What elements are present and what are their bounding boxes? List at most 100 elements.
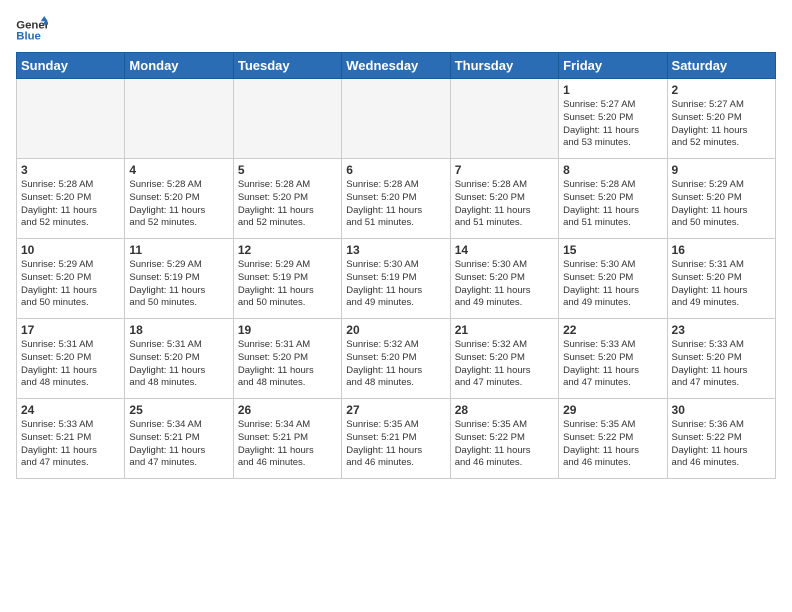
calendar-cell: 15 Sunrise: 5:30 AM Sunset: 5:20 PM Dayli… xyxy=(559,239,667,319)
day-info: Sunrise: 5:28 AM Sunset: 5:20 PM Dayligh… xyxy=(346,179,445,230)
day-number: 24 xyxy=(21,403,120,417)
calendar-cell: 1 Sunrise: 5:27 AM Sunset: 5:20 PM Daylig… xyxy=(559,79,667,159)
calendar-cell: 23 Sunrise: 5:33 AM Sunset: 5:20 PM Dayli… xyxy=(667,319,775,399)
day-info: Sunrise: 5:28 AM Sunset: 5:20 PM Dayligh… xyxy=(455,179,554,230)
day-info: Sunrise: 5:30 AM Sunset: 5:20 PM Dayligh… xyxy=(455,259,554,310)
calendar-cell: 12 Sunrise: 5:29 AM Sunset: 5:19 PM Dayli… xyxy=(233,239,341,319)
calendar-cell: 26Sunrise: 5:34 AM Sunset: 5:21 PM Dayli… xyxy=(233,399,341,479)
calendar-cell: 28 Sunrise: 5:35 AM Sunset: 5:22 PM Dayli… xyxy=(450,399,558,479)
day-info: Sunrise: 5:29 AM Sunset: 5:20 PM Dayligh… xyxy=(21,259,120,310)
day-info: Sunrise: 5:27 AM Sunset: 5:20 PM Dayligh… xyxy=(563,99,662,150)
day-number: 4 xyxy=(129,163,228,177)
day-info: Sunrise: 5:27 AM Sunset: 5:20 PM Dayligh… xyxy=(672,99,771,150)
day-header-friday: Friday xyxy=(559,53,667,79)
day-number: 23 xyxy=(672,323,771,337)
day-number: 19 xyxy=(238,323,337,337)
day-number: 28 xyxy=(455,403,554,417)
day-number: 11 xyxy=(129,243,228,257)
calendar-cell: 29 Sunrise: 5:35 AM Sunset: 5:22 PM Dayli… xyxy=(559,399,667,479)
calendar-cell xyxy=(342,79,450,159)
calendar-cell: 19 Sunrise: 5:31 AM Sunset: 5:20 PM Dayli… xyxy=(233,319,341,399)
day-info: Sunrise: 5:30 AM Sunset: 5:20 PM Dayligh… xyxy=(563,259,662,310)
calendar-week-2: 3 Sunrise: 5:28 AM Sunset: 5:20 PM Daylig… xyxy=(17,159,776,239)
day-number: 29 xyxy=(563,403,662,417)
day-number: 2 xyxy=(672,83,771,97)
day-number: 13 xyxy=(346,243,445,257)
day-header-tuesday: Tuesday xyxy=(233,53,341,79)
day-header-sunday: Sunday xyxy=(17,53,125,79)
day-number: 17 xyxy=(21,323,120,337)
day-number: 1 xyxy=(563,83,662,97)
day-number: 14 xyxy=(455,243,554,257)
day-number: 7 xyxy=(455,163,554,177)
day-info: Sunrise: 5:28 AM Sunset: 5:20 PM Dayligh… xyxy=(238,179,337,230)
day-number: 12 xyxy=(238,243,337,257)
day-info: Sunrise: 5:28 AM Sunset: 5:20 PM Dayligh… xyxy=(563,179,662,230)
day-number: 5 xyxy=(238,163,337,177)
day-number: 8 xyxy=(563,163,662,177)
calendar-cell: 11 Sunrise: 5:29 AM Sunset: 5:19 PM Dayli… xyxy=(125,239,233,319)
calendar-cell: 13 Sunrise: 5:30 AM Sunset: 5:19 PM Dayli… xyxy=(342,239,450,319)
day-info: Sunrise: 5:32 AM Sunset: 5:20 PM Dayligh… xyxy=(455,339,554,390)
calendar-cell xyxy=(125,79,233,159)
calendar-cell: 24Sunrise: 5:33 AM Sunset: 5:21 PM Dayli… xyxy=(17,399,125,479)
day-header-saturday: Saturday xyxy=(667,53,775,79)
calendar-cell: 25 Sunrise: 5:34 AM Sunset: 5:21 PM Dayli… xyxy=(125,399,233,479)
calendar-cell: 17 Sunrise: 5:31 AM Sunset: 5:20 PM Dayli… xyxy=(17,319,125,399)
day-info: Sunrise: 5:35 AM Sunset: 5:21 PM Dayligh… xyxy=(346,419,445,470)
logo: General Blue xyxy=(16,16,48,44)
calendar-cell: 14 Sunrise: 5:30 AM Sunset: 5:20 PM Dayli… xyxy=(450,239,558,319)
calendar-cell: 5 Sunrise: 5:28 AM Sunset: 5:20 PM Daylig… xyxy=(233,159,341,239)
day-info: Sunrise: 5:32 AM Sunset: 5:20 PM Dayligh… xyxy=(346,339,445,390)
calendar-cell: 6 Sunrise: 5:28 AM Sunset: 5:20 PM Daylig… xyxy=(342,159,450,239)
day-number: 30 xyxy=(672,403,771,417)
calendar-week-1: 1 Sunrise: 5:27 AM Sunset: 5:20 PM Daylig… xyxy=(17,79,776,159)
day-info: Sunrise: 5:35 AM Sunset: 5:22 PM Dayligh… xyxy=(563,419,662,470)
day-info: Sunrise: 5:29 AM Sunset: 5:19 PM Dayligh… xyxy=(129,259,228,310)
day-info: Sunrise: 5:34 AM Sunset: 5:21 PM Dayligh… xyxy=(238,419,337,470)
day-number: 15 xyxy=(563,243,662,257)
calendar-cell: 18 Sunrise: 5:31 AM Sunset: 5:20 PM Dayli… xyxy=(125,319,233,399)
calendar-week-3: 10Sunrise: 5:29 AM Sunset: 5:20 PM Dayli… xyxy=(17,239,776,319)
calendar-cell: 27Sunrise: 5:35 AM Sunset: 5:21 PM Dayli… xyxy=(342,399,450,479)
calendar-cell: 3 Sunrise: 5:28 AM Sunset: 5:20 PM Daylig… xyxy=(17,159,125,239)
day-number: 25 xyxy=(129,403,228,417)
calendar-week-4: 17 Sunrise: 5:31 AM Sunset: 5:20 PM Dayli… xyxy=(17,319,776,399)
calendar-cell xyxy=(17,79,125,159)
calendar-cell: 16Sunrise: 5:31 AM Sunset: 5:20 PM Dayli… xyxy=(667,239,775,319)
day-number: 9 xyxy=(672,163,771,177)
day-info: Sunrise: 5:36 AM Sunset: 5:22 PM Dayligh… xyxy=(672,419,771,470)
day-info: Sunrise: 5:28 AM Sunset: 5:20 PM Dayligh… xyxy=(21,179,120,230)
calendar-cell xyxy=(233,79,341,159)
calendar-cell: 9 Sunrise: 5:29 AM Sunset: 5:20 PM Daylig… xyxy=(667,159,775,239)
day-number: 3 xyxy=(21,163,120,177)
day-number: 20 xyxy=(346,323,445,337)
page-header: General Blue xyxy=(16,16,776,44)
day-header-monday: Monday xyxy=(125,53,233,79)
day-info: Sunrise: 5:30 AM Sunset: 5:19 PM Dayligh… xyxy=(346,259,445,310)
day-info: Sunrise: 5:31 AM Sunset: 5:20 PM Dayligh… xyxy=(21,339,120,390)
day-number: 18 xyxy=(129,323,228,337)
calendar-cell: 20 Sunrise: 5:32 AM Sunset: 5:20 PM Dayli… xyxy=(342,319,450,399)
day-number: 6 xyxy=(346,163,445,177)
calendar-cell: 10Sunrise: 5:29 AM Sunset: 5:20 PM Dayli… xyxy=(17,239,125,319)
svg-text:Blue: Blue xyxy=(16,31,41,43)
day-info: Sunrise: 5:29 AM Sunset: 5:20 PM Dayligh… xyxy=(672,179,771,230)
calendar-cell: 2 Sunrise: 5:27 AM Sunset: 5:20 PM Daylig… xyxy=(667,79,775,159)
calendar-header-row: SundayMondayTuesdayWednesdayThursdayFrid… xyxy=(17,53,776,79)
day-info: Sunrise: 5:34 AM Sunset: 5:21 PM Dayligh… xyxy=(129,419,228,470)
day-number: 22 xyxy=(563,323,662,337)
day-info: Sunrise: 5:35 AM Sunset: 5:22 PM Dayligh… xyxy=(455,419,554,470)
day-header-thursday: Thursday xyxy=(450,53,558,79)
calendar-cell: 22 Sunrise: 5:33 AM Sunset: 5:20 PM Dayli… xyxy=(559,319,667,399)
calendar-week-5: 24Sunrise: 5:33 AM Sunset: 5:21 PM Dayli… xyxy=(17,399,776,479)
day-info: Sunrise: 5:33 AM Sunset: 5:20 PM Dayligh… xyxy=(672,339,771,390)
day-header-wednesday: Wednesday xyxy=(342,53,450,79)
day-number: 21 xyxy=(455,323,554,337)
day-info: Sunrise: 5:29 AM Sunset: 5:19 PM Dayligh… xyxy=(238,259,337,310)
day-info: Sunrise: 5:33 AM Sunset: 5:20 PM Dayligh… xyxy=(563,339,662,390)
day-info: Sunrise: 5:31 AM Sunset: 5:20 PM Dayligh… xyxy=(238,339,337,390)
calendar-cell xyxy=(450,79,558,159)
day-info: Sunrise: 5:31 AM Sunset: 5:20 PM Dayligh… xyxy=(129,339,228,390)
calendar-cell: 21 Sunrise: 5:32 AM Sunset: 5:20 PM Dayli… xyxy=(450,319,558,399)
